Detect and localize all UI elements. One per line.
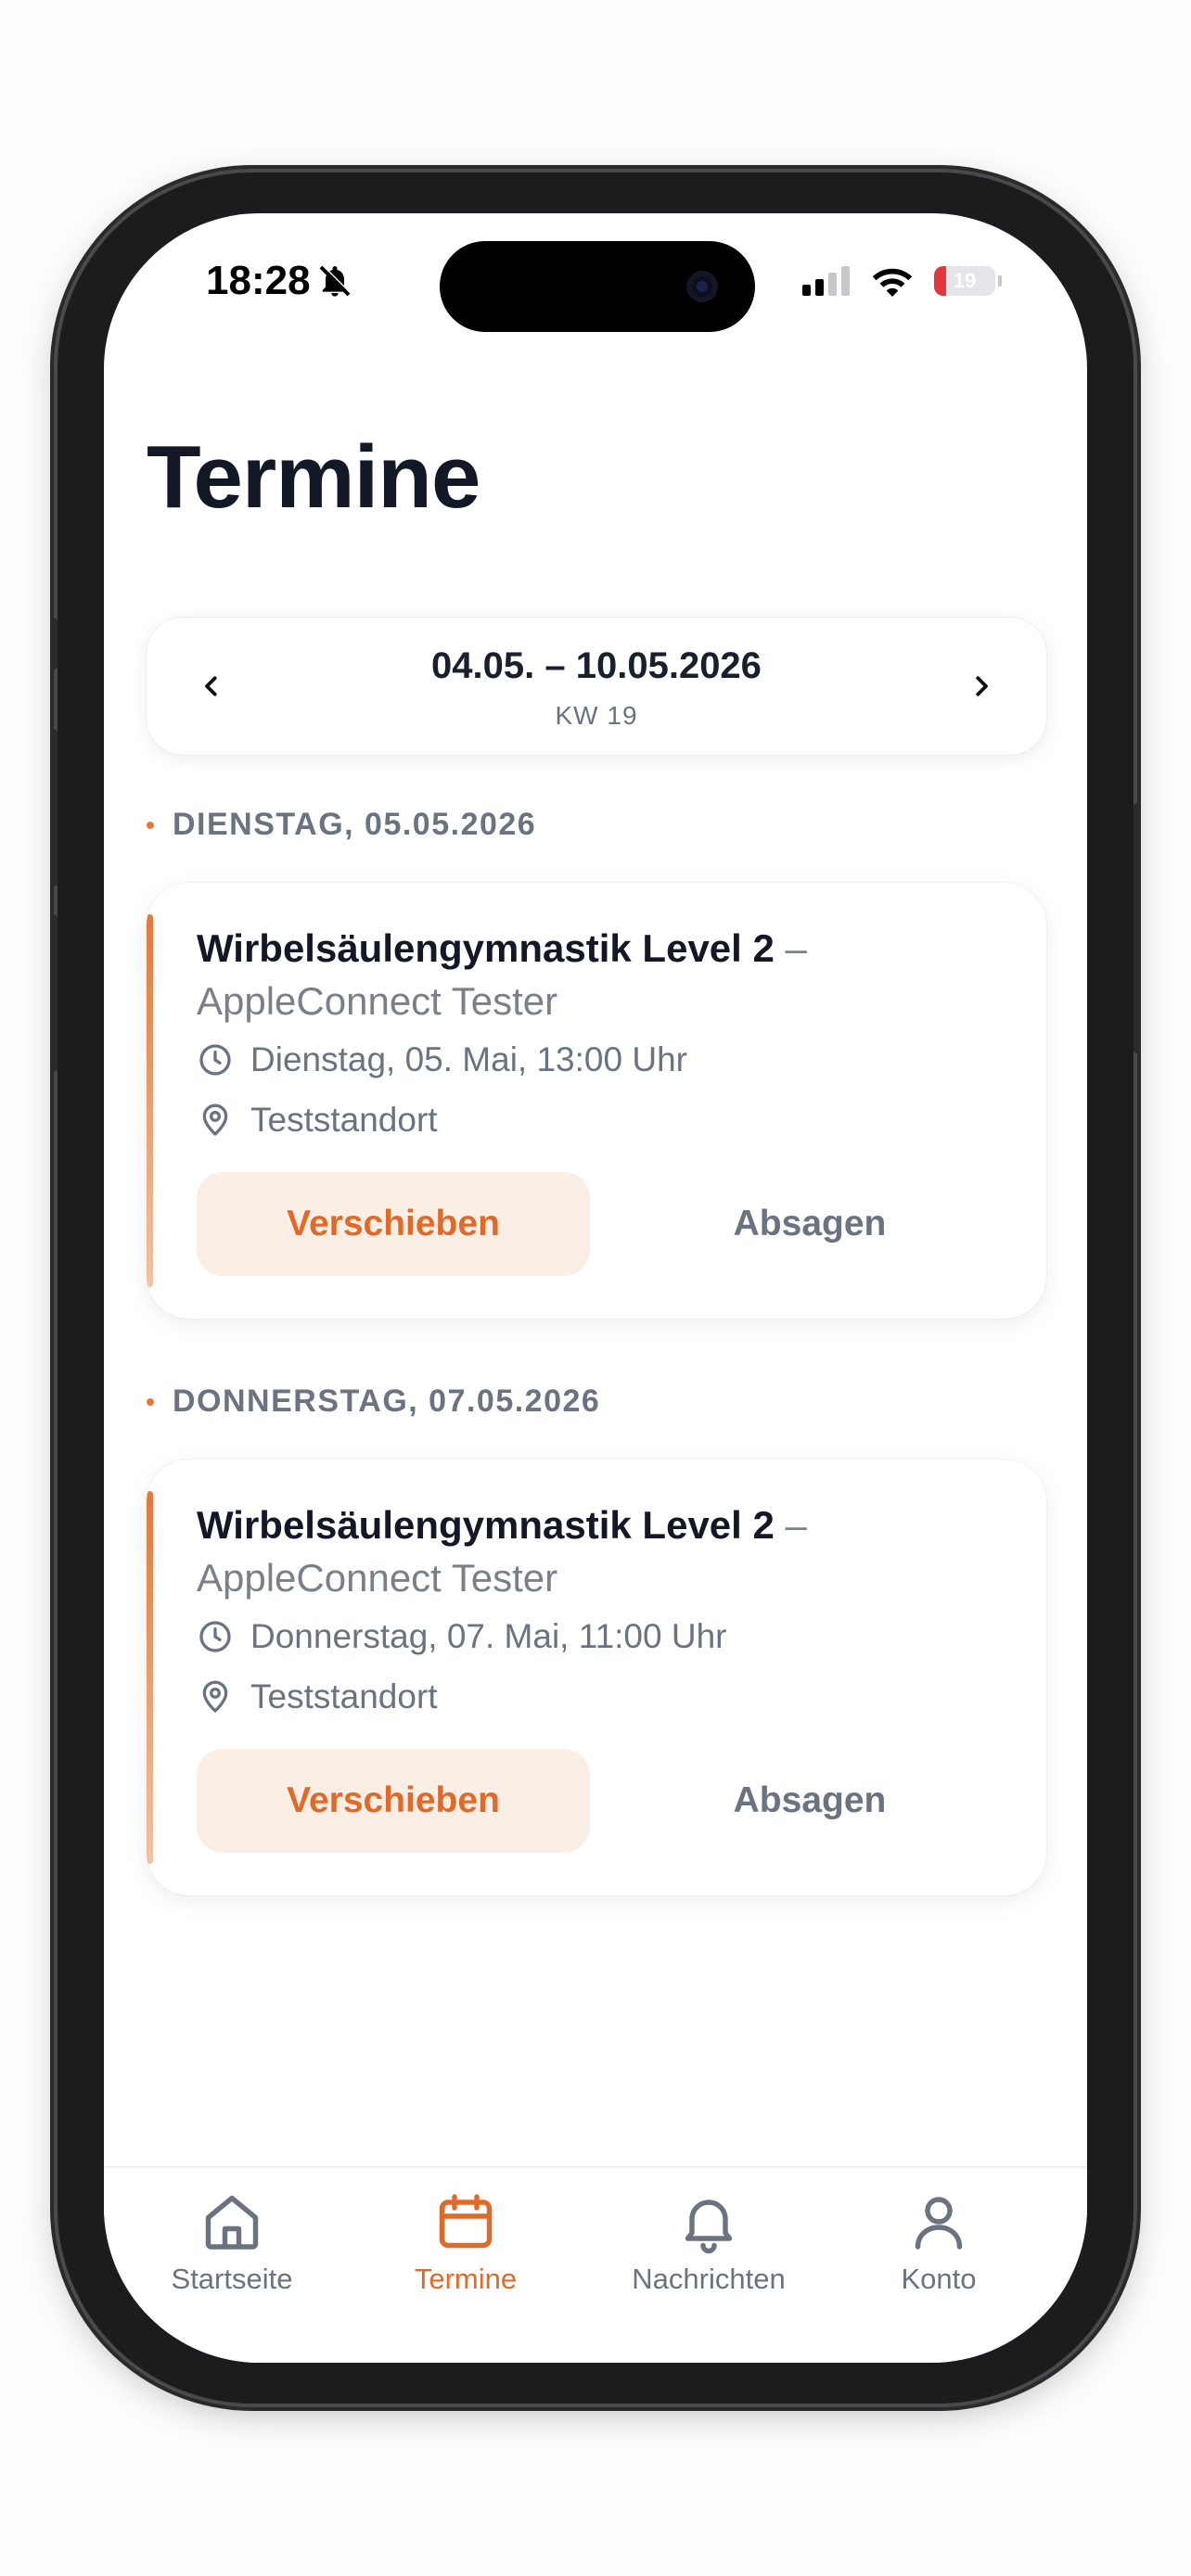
- day-header: DIENSTAG, 05.05.2026: [147, 807, 536, 843]
- week-navigator: 04.05. – 10.05.2026 KW 19: [147, 618, 1046, 755]
- appointment-datetime: Donnerstag, 07. Mai, 11:00 Uhr: [197, 1617, 726, 1656]
- appointment-subtitle: AppleConnect Tester: [197, 1556, 558, 1600]
- appointment-location: Teststandort: [197, 1677, 438, 1716]
- cancel-button[interactable]: Absagen: [647, 1172, 972, 1276]
- appointment-card[interactable]: Wirbelsäulengymnastik Level 2 – AppleConn…: [147, 1460, 1046, 1895]
- appointment-course: Wirbelsäulengymnastik Level 2: [197, 1503, 775, 1547]
- appointment-title: Wirbelsäulengymnastik Level 2 – AppleConn…: [197, 922, 994, 1027]
- screen: 18:28 19 Termine 04.05. – 10.05.2026 KW …: [104, 213, 1087, 2363]
- battery-level: 19: [953, 269, 977, 292]
- chevron-right-icon: [976, 676, 988, 696]
- tab-label: Nachrichten: [632, 2263, 786, 2295]
- location-label: Teststandort: [250, 1101, 438, 1139]
- day-dot: [147, 1397, 154, 1406]
- tab-bar: Startseite Termine Nachrichten Konto: [104, 2166, 1087, 2363]
- tab-startseite[interactable]: Startseite: [158, 2188, 306, 2296]
- week-range: 04.05. – 10.05.2026: [431, 645, 762, 686]
- status-indicators: 19: [802, 265, 1002, 297]
- day-dot: [147, 821, 154, 829]
- home-icon: [205, 2195, 259, 2250]
- card-accent-bar: [147, 914, 153, 1287]
- tab-label: Termine: [414, 2263, 518, 2295]
- status-time: 18:28: [206, 258, 353, 304]
- cancel-button[interactable]: Absagen: [647, 1749, 972, 1853]
- title-separator: –: [774, 1503, 807, 1547]
- phone-frame: 18:28 19 Termine 04.05. – 10.05.2026 KW …: [50, 172, 1141, 2404]
- volume-down-button: [50, 914, 58, 1072]
- clock-icon: [199, 1621, 231, 1652]
- day-header: DONNERSTAG, 07.05.2026: [147, 1384, 600, 1420]
- bell-icon: [685, 2200, 733, 2254]
- reschedule-button[interactable]: Verschieben: [197, 1172, 590, 1276]
- day-header-label: DIENSTAG, 05.05.2026: [173, 807, 537, 842]
- appointment-course: Wirbelsäulengymnastik Level 2: [197, 926, 775, 970]
- tab-label: Konto: [901, 2263, 977, 2295]
- appointment-location: Teststandort: [197, 1101, 438, 1140]
- time-label: 18:28: [206, 258, 311, 303]
- appointment-card[interactable]: Wirbelsäulengymnastik Level 2 – AppleConn…: [147, 883, 1046, 1319]
- clock-icon: [199, 1044, 231, 1076]
- week-number: KW 19: [555, 701, 638, 730]
- page-title: Termine: [147, 427, 480, 527]
- action-button: [50, 618, 58, 670]
- location-pin-icon: [202, 1103, 228, 1136]
- tab-konto[interactable]: Konto: [883, 2188, 994, 2296]
- calendar-icon: [439, 2194, 493, 2249]
- appointment-title: Wirbelsäulengymnastik Level 2 – AppleConn…: [197, 1498, 994, 1604]
- tab-termine[interactable]: Termine: [391, 2188, 540, 2296]
- day-header-label: DONNERSTAG, 07.05.2026: [173, 1384, 601, 1419]
- location-pin-icon: [202, 1680, 228, 1713]
- next-week-button[interactable]: [954, 658, 1009, 714]
- battery-indicator: 19: [934, 266, 1002, 296]
- appointment-datetime: Dienstag, 05. Mai, 13:00 Uhr: [197, 1040, 687, 1079]
- reschedule-button[interactable]: Verschieben: [197, 1749, 590, 1853]
- volume-up-button: [50, 729, 58, 886]
- dynamic-island: [440, 241, 755, 332]
- appointment-subtitle: AppleConnect Tester: [197, 979, 558, 1023]
- power-button: [1133, 803, 1141, 1053]
- tab-label: Startseite: [171, 2263, 293, 2295]
- wifi-icon: [872, 268, 913, 297]
- card-accent-bar: [147, 1491, 153, 1864]
- cellular-signal-icon: [802, 266, 850, 296]
- bell-slash-icon: [319, 264, 352, 297]
- location-label: Teststandort: [250, 1677, 438, 1715]
- datetime-label: Donnerstag, 07. Mai, 11:00 Uhr: [250, 1617, 727, 1655]
- camera: [686, 271, 718, 302]
- tab-nachrichten[interactable]: Nachrichten: [616, 2188, 801, 2296]
- user-icon: [915, 2197, 963, 2250]
- datetime-label: Dienstag, 05. Mai, 13:00 Uhr: [250, 1040, 687, 1078]
- title-separator: –: [774, 926, 807, 970]
